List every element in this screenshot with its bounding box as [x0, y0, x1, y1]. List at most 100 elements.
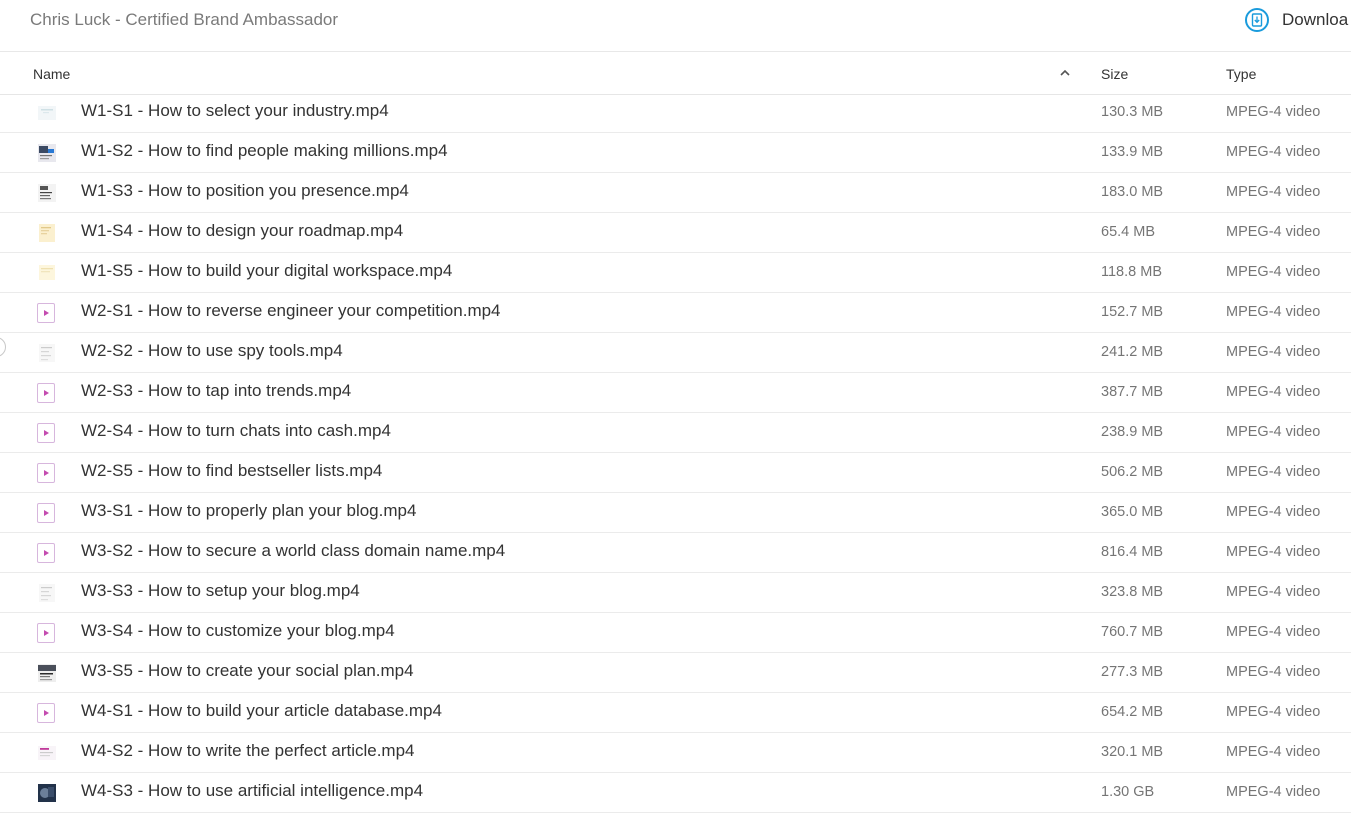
file-row[interactable]: W1-S2 - How to find people making millio… [0, 133, 1351, 173]
download-icon [1245, 8, 1269, 32]
file-name[interactable]: W3-S1 - How to properly plan your blog.m… [81, 501, 416, 521]
file-name[interactable]: W1-S5 - How to build your digital worksp… [81, 261, 452, 281]
file-size: 760.7 MB [1101, 624, 1164, 640]
video-file-icon [37, 303, 57, 323]
file-row[interactable]: W1-S3 - How to position you presence.mp4… [0, 173, 1351, 213]
file-size: 323.8 MB [1101, 584, 1164, 600]
file-type: MPEG-4 video [1226, 304, 1321, 320]
column-header-name[interactable]: Name [33, 66, 70, 82]
file-size: 365.0 MB [1101, 504, 1164, 520]
top-bar: Chris Luck - Certified Brand Ambassador … [0, 0, 1351, 52]
file-size: 241.2 MB [1101, 344, 1164, 360]
file-type: MPEG-4 video [1226, 464, 1321, 480]
video-thumbnail [37, 143, 57, 163]
file-type: MPEG-4 video [1226, 344, 1321, 360]
file-row[interactable]: W2-S5 - How to find bestseller lists.mp4… [0, 453, 1351, 493]
file-type: MPEG-4 video [1226, 704, 1321, 720]
file-type: MPEG-4 video [1226, 224, 1321, 240]
file-name[interactable]: W1-S1 - How to select your industry.mp4 [81, 101, 389, 121]
file-row[interactable]: W4-S2 - How to write the perfect article… [0, 733, 1351, 773]
file-row[interactable]: W4-S3 - How to use artificial intelligen… [0, 773, 1351, 813]
file-type: MPEG-4 video [1226, 264, 1321, 280]
file-size: 1.30 GB [1101, 784, 1155, 800]
file-name[interactable]: W2-S3 - How to tap into trends.mp4 [81, 381, 351, 401]
file-name[interactable]: W2-S4 - How to turn chats into cash.mp4 [81, 421, 391, 441]
file-row[interactable]: W2-S2 - How to use spy tools.mp4 241.2 MB… [0, 333, 1351, 373]
file-name[interactable]: W4-S1 - How to build your article databa… [81, 701, 442, 721]
video-thumbnail [37, 663, 57, 683]
folder-title: Chris Luck - Certified Brand Ambassador [30, 10, 339, 29]
file-row[interactable]: W3-S3 - How to setup your blog.mp4 323.8 … [0, 573, 1351, 613]
file-size: 152.7 MB [1101, 304, 1164, 320]
video-thumbnail [37, 263, 57, 283]
file-row[interactable]: W2-S1 - How to reverse engineer your com… [0, 293, 1351, 333]
file-type: MPEG-4 video [1226, 744, 1321, 760]
file-row[interactable]: W2-S4 - How to turn chats into cash.mp4 2… [0, 413, 1351, 453]
file-row[interactable]: W4-S1 - How to build your article databa… [0, 693, 1351, 733]
file-name[interactable]: W3-S5 - How to create your social plan.m… [81, 661, 414, 681]
file-type: MPEG-4 video [1226, 184, 1321, 200]
file-row[interactable]: W2-S3 - How to tap into trends.mp4 387.7 … [0, 373, 1351, 413]
file-size: 183.0 MB [1101, 184, 1164, 200]
video-file-icon [37, 463, 57, 483]
file-row[interactable]: W3-S4 - How to customize your blog.mp4 76… [0, 613, 1351, 653]
file-row[interactable]: W3-S2 - How to secure a world class doma… [0, 533, 1351, 573]
video-thumbnail [37, 783, 57, 803]
file-size: 238.9 MB [1101, 424, 1164, 440]
file-name[interactable]: W4-S2 - How to write the perfect article… [81, 741, 415, 761]
video-file-icon [37, 423, 57, 443]
video-file-icon [37, 623, 57, 643]
file-row[interactable]: W1-S5 - How to build your digital worksp… [0, 253, 1351, 293]
file-size: 277.3 MB [1101, 664, 1164, 680]
file-type: MPEG-4 video [1226, 424, 1321, 440]
chevron-up-icon[interactable] [1059, 66, 1071, 78]
video-thumbnail [37, 343, 57, 363]
file-row[interactable]: W1-S1 - How to select your industry.mp4 1… [0, 93, 1351, 133]
download-label: Downloa [1282, 10, 1349, 29]
file-type: MPEG-4 video [1226, 104, 1321, 120]
file-size: 65.4 MB [1101, 224, 1155, 240]
video-thumbnail [37, 183, 57, 203]
video-thumbnail [37, 743, 57, 763]
file-size: 133.9 MB [1101, 144, 1164, 160]
file-type: MPEG-4 video [1226, 624, 1321, 640]
file-name[interactable]: W3-S4 - How to customize your blog.mp4 [81, 621, 395, 641]
video-thumbnail [37, 583, 57, 603]
file-size: 387.7 MB [1101, 384, 1164, 400]
file-list-header: Name Size Type [0, 52, 1351, 95]
file-type: MPEG-4 video [1226, 144, 1321, 160]
column-header-size[interactable]: Size [1101, 66, 1128, 82]
download-button[interactable]: Downloa [1245, 6, 1348, 34]
video-file-icon [37, 383, 57, 403]
file-row[interactable]: W3-S1 - How to properly plan your blog.m… [0, 493, 1351, 533]
file-size: 320.1 MB [1101, 744, 1164, 760]
file-list: W1-S1 - How to select your industry.mp4 1… [0, 93, 1351, 813]
file-type: MPEG-4 video [1226, 664, 1321, 680]
column-header-type[interactable]: Type [1226, 66, 1256, 82]
video-file-icon [37, 543, 57, 563]
file-size: 654.2 MB [1101, 704, 1164, 720]
file-name[interactable]: W2-S1 - How to reverse engineer your com… [81, 301, 501, 321]
file-type: MPEG-4 video [1226, 504, 1321, 520]
video-thumbnail [37, 103, 57, 123]
file-name[interactable]: W1-S2 - How to find people making millio… [81, 141, 448, 161]
file-size: 118.8 MB [1101, 264, 1162, 280]
file-size: 506.2 MB [1101, 464, 1164, 480]
file-name[interactable]: W1-S3 - How to position you presence.mp4 [81, 181, 409, 201]
file-type: MPEG-4 video [1226, 384, 1321, 400]
file-name[interactable]: W2-S5 - How to find bestseller lists.mp4 [81, 461, 382, 481]
file-name[interactable]: W3-S3 - How to setup your blog.mp4 [81, 581, 360, 601]
file-name[interactable]: W4-S3 - How to use artificial intelligen… [81, 781, 423, 801]
file-type: MPEG-4 video [1226, 544, 1321, 560]
video-file-icon [37, 503, 57, 523]
video-file-icon [37, 703, 57, 723]
video-thumbnail [37, 223, 57, 243]
file-row[interactable]: W1-S4 - How to design your roadmap.mp4 65… [0, 213, 1351, 253]
file-type: MPEG-4 video [1226, 584, 1321, 600]
file-name[interactable]: W2-S2 - How to use spy tools.mp4 [81, 341, 343, 361]
file-row[interactable]: W3-S5 - How to create your social plan.m… [0, 653, 1351, 693]
file-name[interactable]: W1-S4 - How to design your roadmap.mp4 [81, 221, 403, 241]
file-size: 130.3 MB [1101, 104, 1164, 120]
file-type: MPEG-4 video [1226, 784, 1321, 800]
file-name[interactable]: W3-S2 - How to secure a world class doma… [81, 541, 505, 561]
